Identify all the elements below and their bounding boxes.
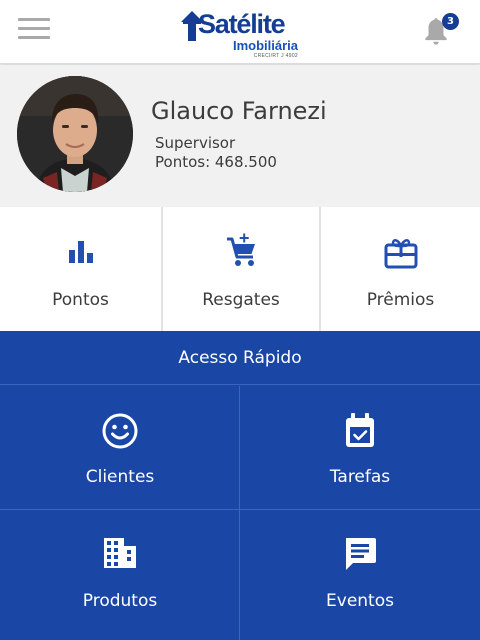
tile-premios[interactable]: Prêmios xyxy=(321,207,480,331)
user-points: Pontos: 468.500 xyxy=(155,153,277,171)
add-to-cart-icon xyxy=(227,233,255,266)
user-role: Supervisor xyxy=(155,134,236,152)
quick-item-tarefas-label: Tarefas xyxy=(329,467,391,487)
quick-item-tarefas[interactable]: Tarefas xyxy=(240,386,480,509)
notification-badge[interactable]: 3 xyxy=(442,13,459,30)
tile-resgates-label: Resgates xyxy=(202,290,280,310)
logo-creci: CRECI/RT J 4902 xyxy=(253,53,298,59)
logo-subtitle: Imobiliária xyxy=(232,38,298,53)
quick-item-clientes[interactable]: Clientes xyxy=(0,386,240,509)
tile-pontos-label: Pontos xyxy=(52,290,109,310)
shortcut-tiles: Pontos Resgates Prêmios xyxy=(0,207,480,331)
quick-access-panel: Acesso Rápido Clientes Tarefas Produtos … xyxy=(0,331,480,640)
quick-item-produtos-label: Produtos xyxy=(82,591,158,611)
smiley-face-icon xyxy=(102,413,138,449)
quick-item-eventos[interactable]: Eventos xyxy=(240,510,480,633)
bar-chart-icon xyxy=(68,241,93,263)
tile-pontos[interactable]: Pontos xyxy=(0,207,161,331)
tile-premios-label: Prêmios xyxy=(366,290,435,310)
gift-card-icon xyxy=(384,239,417,269)
tile-resgates[interactable]: Resgates xyxy=(163,207,319,331)
logo-name: Satélite xyxy=(198,9,286,39)
quick-item-eventos-label: Eventos xyxy=(326,591,394,611)
quick-item-produtos[interactable]: Produtos xyxy=(0,510,240,633)
user-profile: Glauco Farnezi Supervisor Pontos: 468.50… xyxy=(0,65,480,207)
hamburger-menu-icon[interactable] xyxy=(18,18,50,44)
quick-access-title: Acesso Rápido xyxy=(0,331,480,385)
quick-item-clientes-label: Clientes xyxy=(85,467,155,487)
building-icon xyxy=(104,538,136,568)
avatar[interactable] xyxy=(17,76,133,192)
calendar-check-icon xyxy=(346,413,374,447)
app-header: Satélite Imobiliária CRECI/RT J 4902 3 xyxy=(0,0,480,64)
app-logo[interactable]: Satélite Imobiliária CRECI/RT J 4902 xyxy=(180,6,300,60)
chat-message-icon xyxy=(346,538,376,570)
user-name: Glauco Farnezi xyxy=(151,97,327,125)
